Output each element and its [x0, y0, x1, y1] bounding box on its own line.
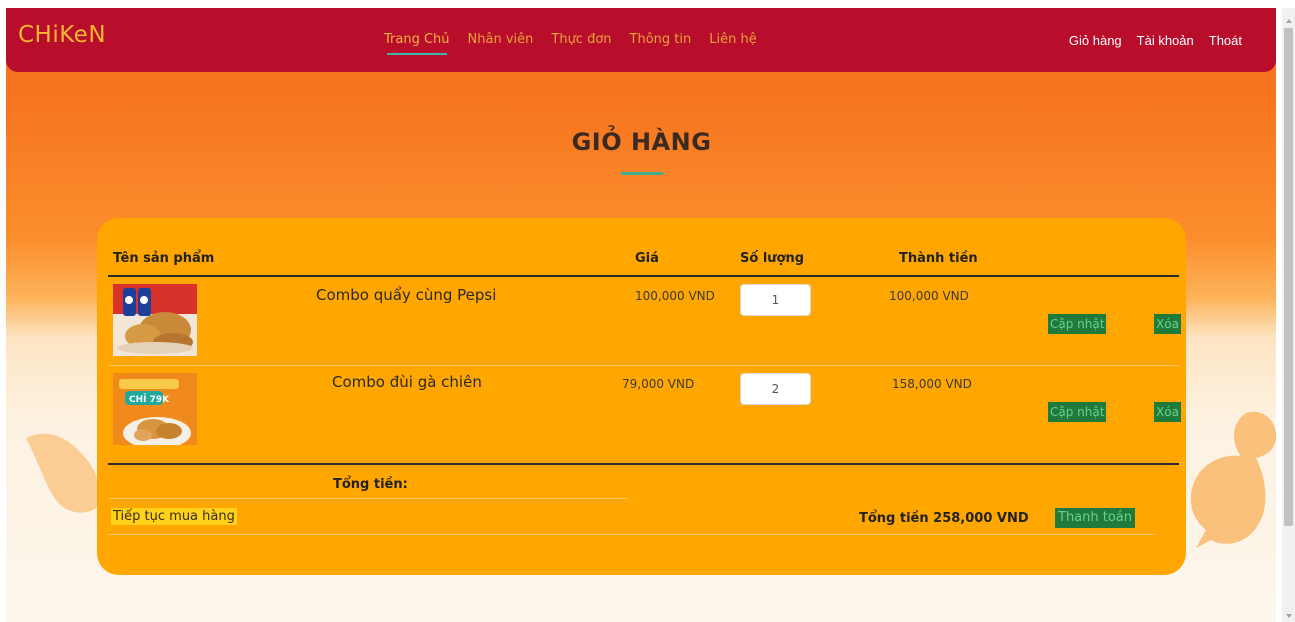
total-divider — [108, 498, 628, 499]
hen-silhouette-right-icon — [1190, 411, 1276, 548]
scroll-up-icon[interactable] — [1286, 19, 1292, 23]
scroll-thumb[interactable] — [1284, 28, 1293, 526]
nav-cart[interactable]: Giỏ hàng — [1069, 33, 1122, 48]
product-thumbnail-pepsi-combo — [113, 284, 197, 356]
product-price: 79,000 VND — [622, 377, 695, 391]
delete-button[interactable]: Xóa — [1154, 402, 1181, 422]
total-label: Tổng tiền: — [333, 477, 408, 492]
nav-menu[interactable]: Thực đơn — [551, 32, 611, 47]
header-product: Tên sản phẩm — [113, 251, 215, 266]
product-name: Combo đùi gà chiên — [332, 373, 482, 391]
nav-staff[interactable]: Nhân viên — [468, 32, 534, 47]
product-subtotal: 100,000 VND — [889, 289, 969, 303]
table-bottom-rule — [108, 463, 1179, 465]
header-price: Giá — [635, 251, 659, 266]
quantity-input[interactable]: 2 — [740, 373, 811, 405]
nav-home[interactable]: Trang Chủ — [384, 32, 450, 55]
update-button[interactable]: Cập nhật — [1048, 402, 1107, 422]
footer-divider — [108, 534, 1155, 535]
user-nav: Giỏ hàng Tài khoản Thoát — [1054, 33, 1242, 48]
grand-total: Tổng tiền 258,000 VND — [859, 511, 1029, 526]
page-scrollbar[interactable] — [1282, 8, 1295, 622]
top-navbar: CHiKeN Trang Chủ Nhân viên Thực đơn Thôn… — [6, 8, 1276, 72]
quantity-input[interactable]: 1 — [740, 284, 811, 316]
scroll-down-icon[interactable] — [1286, 614, 1292, 618]
nav-logout[interactable]: Thoát — [1209, 33, 1242, 48]
header-qty: Số lượng — [740, 251, 805, 266]
main-nav: Trang Chủ Nhân viên Thực đơn Thông tin L… — [384, 32, 775, 55]
title-underline — [621, 172, 663, 175]
nav-info[interactable]: Thông tin — [630, 32, 692, 47]
checkout-button[interactable]: Thanh toán — [1055, 508, 1136, 528]
header-divider — [108, 275, 1179, 277]
product-price: 100,000 VND — [635, 289, 715, 303]
nav-account[interactable]: Tài khoản — [1137, 33, 1194, 48]
svg-text:CHỈ 79K: CHỈ 79K — [129, 393, 170, 405]
nav-contact[interactable]: Liên hệ — [709, 32, 756, 47]
cart-table: Tên sản phẩm Giá Số lượng Thành tiền Com… — [97, 218, 1186, 575]
delete-button[interactable]: Xóa — [1154, 314, 1181, 334]
product-thumbnail-fried-drumstick-combo: CHỈ 79K — [113, 373, 197, 445]
update-button[interactable]: Cập nhật — [1048, 314, 1107, 334]
header-subtotal: Thành tiền — [899, 251, 978, 266]
page-title: GIỎ HÀNG — [571, 128, 712, 156]
brand-logo[interactable]: CHiKeN — [18, 22, 106, 48]
product-subtotal: 158,000 VND — [892, 377, 972, 391]
row-divider — [108, 365, 1179, 366]
product-name: Combo quẩy cùng Pepsi — [316, 286, 497, 304]
continue-shopping-link[interactable]: Tiếp tục mua hàng — [111, 508, 237, 525]
